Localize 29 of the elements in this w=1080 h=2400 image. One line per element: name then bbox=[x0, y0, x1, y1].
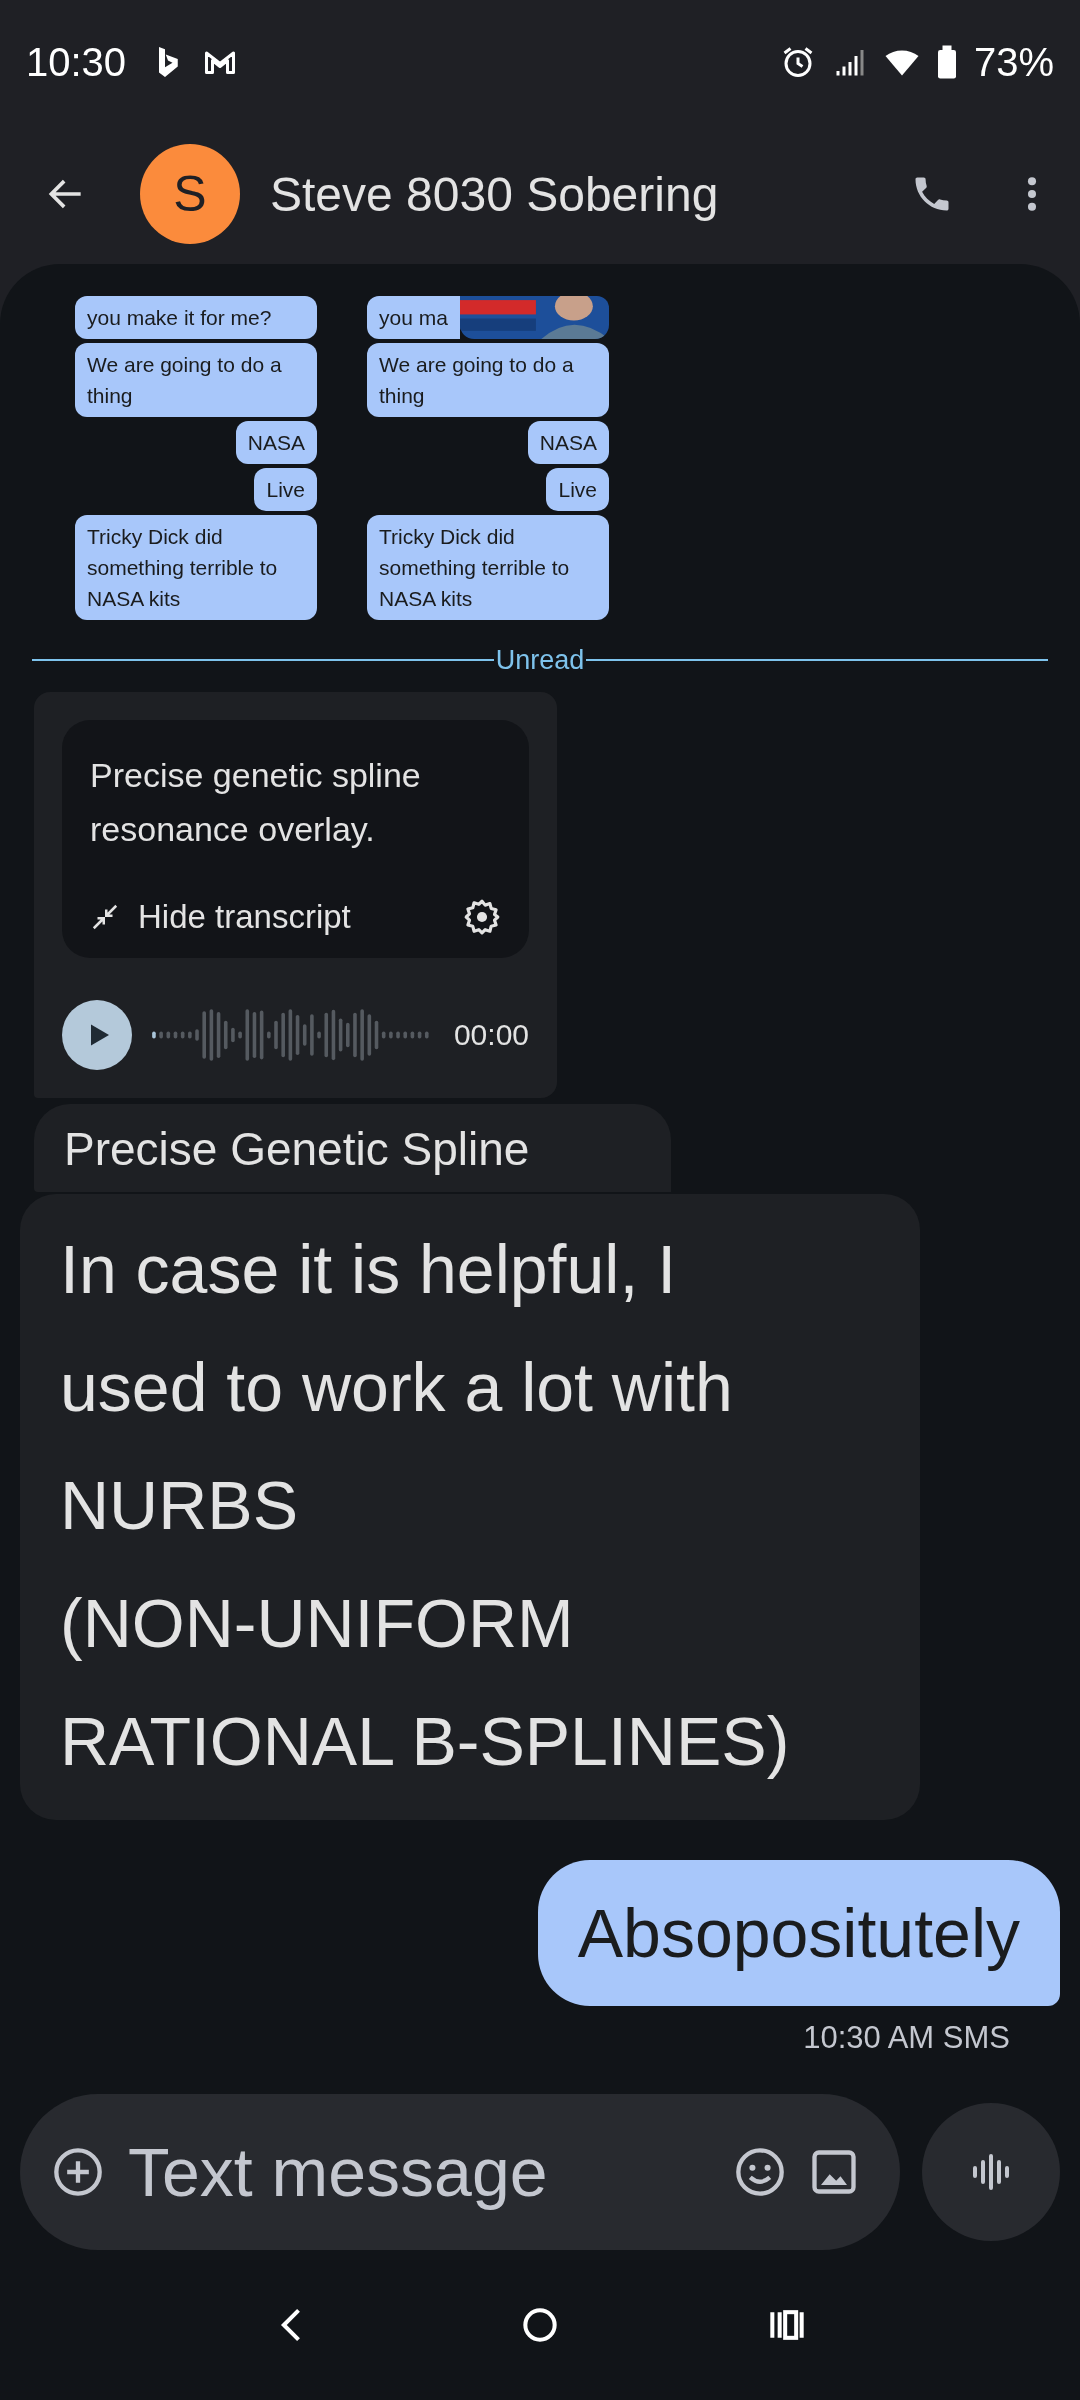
battery-icon bbox=[935, 44, 958, 80]
battery-percent: 73% bbox=[973, 39, 1054, 85]
message-bubble: Precise Genetic Spline bbox=[34, 1104, 671, 1192]
text-field[interactable]: Text message bbox=[20, 2094, 900, 2250]
message-bubble: Live bbox=[546, 468, 609, 511]
emoji-icon[interactable] bbox=[734, 2146, 786, 2198]
message-bubble: Absopositutely bbox=[537, 1860, 1060, 2006]
message-bubble: NASA bbox=[235, 421, 317, 464]
message-bubble: Live bbox=[254, 468, 317, 511]
contact-name[interactable]: Steve 8030 Sobering bbox=[270, 166, 719, 222]
unread-divider: Unread bbox=[494, 644, 586, 676]
avatar[interactable]: S bbox=[140, 144, 240, 244]
collapse-icon bbox=[90, 902, 120, 932]
message-timestamp: 10:30 AM SMS bbox=[803, 2020, 1010, 2056]
hide-transcript-button[interactable]: Hide transcript bbox=[90, 898, 351, 936]
settings-icon[interactable] bbox=[463, 898, 501, 936]
message-bubble: NASA bbox=[527, 421, 609, 464]
message-bubble: Tricky Dick did something terrible to NASA kits bbox=[75, 515, 317, 620]
status-time: 10:30 bbox=[26, 39, 127, 85]
message-bubble: you ma bbox=[367, 296, 460, 339]
message-bubble: We are going to do a thing bbox=[367, 343, 609, 417]
audio-duration: 00:00 bbox=[453, 1018, 529, 1052]
message-bubble: In case it is helpful, I used to work a lot with NURBS (NON-UNIFORM RATIONAL B-SPLINES) bbox=[20, 1194, 920, 1820]
transcript-text: Precise genetic spline resonance overlay. bbox=[90, 755, 422, 850]
message-bubble: We are going to do a thing bbox=[75, 343, 317, 417]
message-bubble: Tricky Dick did something terrible to NASA kits bbox=[367, 515, 609, 620]
message-field[interactable]: Text message bbox=[126, 2132, 712, 2212]
add-icon[interactable] bbox=[52, 2146, 104, 2198]
message-bubble: you make it for me? bbox=[75, 296, 317, 339]
